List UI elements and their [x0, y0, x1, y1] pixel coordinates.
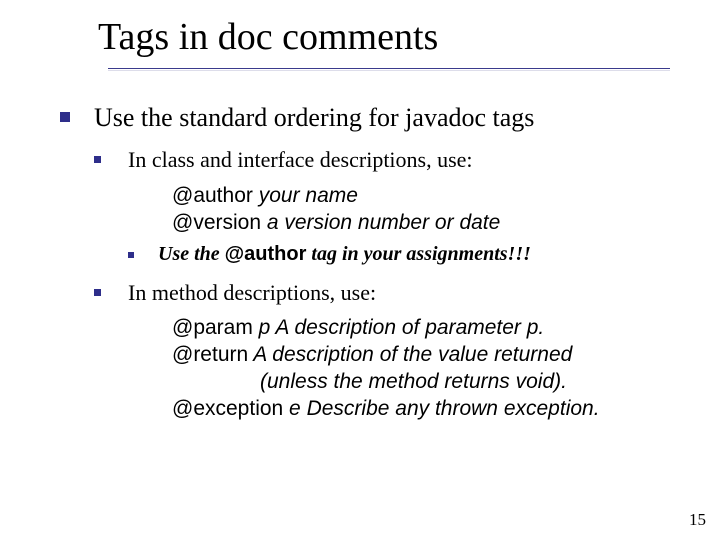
bullet-level2-method: In method descriptions, use:	[94, 278, 690, 308]
tag-return-cont: (unless the method returns void).	[172, 369, 567, 396]
bullet-level1-text: Use the standard ordering for javadoc ta…	[94, 103, 534, 132]
code-line-return-cont: (unless the method returns void).	[172, 369, 690, 396]
code-block-class: @author your name @version a version num…	[172, 183, 690, 237]
tag-author-desc: your name	[253, 184, 358, 207]
bullet-level3-author-note: Use the @author tag in your assignments!…	[128, 241, 690, 268]
code-line-param: @param p A description of parameter p.	[172, 315, 690, 342]
title-wrap: Tags in doc comments	[98, 18, 700, 76]
tag-version: @version	[172, 211, 261, 234]
square-bullet-icon	[60, 112, 70, 122]
tag-exception-desc: e Describe any thrown exception.	[283, 397, 599, 420]
bullet-level2-method-text: In method descriptions, use:	[128, 280, 376, 305]
title-underline	[108, 68, 670, 69]
tag-version-desc: a version number or date	[261, 211, 500, 234]
tag-exception: @exception	[172, 397, 283, 420]
tag-return-desc: A description of the value returned	[248, 343, 572, 366]
tag-return: @return	[172, 343, 248, 366]
code-line-return: @return A description of the value retur…	[172, 342, 690, 369]
author-note-kw: @author	[225, 243, 307, 265]
slide-title: Tags in doc comments	[98, 18, 700, 58]
square-bullet-icon	[128, 252, 134, 258]
slide: Tags in doc comments Use the standard or…	[0, 0, 720, 540]
tag-param: @param	[172, 316, 253, 339]
bullet-level1: Use the standard ordering for javadoc ta…	[60, 100, 690, 423]
code-line-exception: @exception e Describe any thrown excepti…	[172, 396, 690, 423]
square-bullet-icon	[94, 289, 101, 296]
slide-number: 15	[689, 510, 706, 530]
code-line-author: @author your name	[172, 183, 690, 210]
level2-spacer: Use the @author tag in your assignments!…	[94, 241, 690, 268]
code-line-version: @version a version number or date	[172, 210, 690, 237]
tag-param-desc: p A description of parameter p.	[253, 316, 544, 339]
code-block-method: @param p A description of parameter p. @…	[172, 315, 690, 423]
slide-body: Use the standard ordering for javadoc ta…	[60, 100, 690, 435]
tag-author: @author	[172, 184, 253, 207]
author-note-suffix: tag in your assignments!!!	[306, 243, 531, 265]
bullet-level2-text: In class and interface descriptions, use…	[128, 147, 473, 172]
author-note-prefix: Use the	[158, 243, 225, 265]
square-bullet-icon	[94, 156, 101, 163]
bullet-level2-class-interface: In class and interface descriptions, use…	[94, 145, 690, 175]
